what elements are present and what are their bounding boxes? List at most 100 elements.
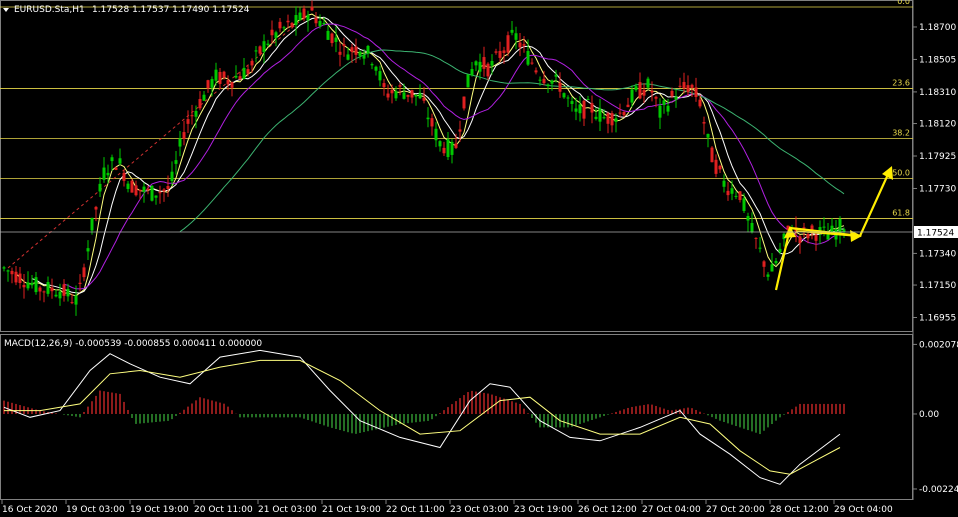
candle-body [574,108,578,112]
macd-tick-label: 0.00 [919,410,939,420]
candle-body [778,248,782,253]
fib-level-label: 0.0 [897,0,910,6]
candle-body [558,82,562,92]
candle-body [186,119,190,124]
candle-body [390,89,394,94]
candle-body [362,54,366,59]
candle-body [762,261,766,267]
candle-body [174,160,178,164]
candle-body [106,172,110,176]
moving-averages [15,13,845,297]
candle-body [86,248,90,252]
candle-body [710,147,714,163]
candle-body [814,234,818,241]
candle-body [734,195,738,197]
time-axis: 16 Oct 2020 19 Oct 03:00 19 Oct 19:00 20 Oc… [1,500,893,515]
candle-body [750,222,754,233]
candle-body [190,115,194,117]
candle-body [478,61,482,72]
candle-body [342,44,346,47]
candle-body [450,141,454,155]
candle-body [254,50,258,52]
candle-body [502,50,506,53]
candle-body [222,71,226,78]
candle-body [746,215,750,221]
candle-body [534,70,538,73]
candle-body [366,45,370,54]
candle-body [282,27,286,29]
candle-body [594,116,598,119]
candle-body [586,98,590,100]
candle-body [726,190,730,196]
candle-body [66,289,70,297]
candle-body [510,29,514,33]
candle-body [274,32,278,38]
time-tick-label: 22 Oct 11:00 [386,505,445,515]
price-tick-label: 1.16955 [919,314,956,324]
candle-body [38,287,42,292]
price-tick-label: 1.17925 [919,152,956,162]
time-tick-label: 19 Oct 19:00 [130,505,189,515]
candle-body [526,51,530,65]
fib-level-label: 38.2 [892,129,910,138]
macd-axis: 0.002078 0.00 -0.00224 [913,340,958,495]
candle-body [422,97,426,101]
candle-body [670,90,674,97]
candle-body [494,51,498,53]
candle-body [630,89,634,103]
candle-body [546,84,550,87]
candle-body [470,69,474,76]
candle-body [434,128,438,141]
candle-body [250,61,254,66]
candle-body [446,139,450,158]
candle-body [438,141,442,147]
time-tick-label: 19 Oct 03:00 [66,505,125,515]
candle-body [458,129,462,132]
candle-body [290,22,294,28]
candle-body [326,30,330,40]
candle-body [698,99,702,107]
candle-body [702,122,706,124]
candle-body [18,273,22,283]
candle-body [626,104,630,108]
price-axis: 1.18700 1.18505 1.18310 1.18120 1.17925 1.177… [913,23,956,324]
candle-body [318,21,322,27]
dropdown-triangle-icon[interactable] [3,8,9,12]
candle-body [486,63,490,77]
candle-body [98,183,102,192]
candle-body [26,282,30,289]
candle-body [766,274,770,277]
candle-body [214,69,218,81]
candle-body [42,291,46,293]
candle-body [430,118,434,127]
candle-body [802,227,806,229]
candle-body [258,46,262,54]
candle-body [146,188,150,191]
candle-body [354,46,358,55]
candle-body [838,218,842,234]
candle-body [682,82,686,89]
candle-body [758,247,762,249]
fib-level-label: 50.0 [892,168,910,177]
candle-body [386,93,390,98]
candle-body [634,86,638,91]
candle-body [518,42,522,48]
candle-body [310,6,314,11]
candle-body [566,97,570,99]
candle-body [426,117,430,120]
macd-main-line [3,349,841,485]
candle-body [238,76,242,80]
fib-level-label: 23.6 [892,79,910,88]
candle-body [94,206,98,210]
candle-body [54,294,58,297]
candle-body [598,108,602,122]
candle-body [262,41,266,52]
candle-body [70,302,74,304]
candle-body [610,113,614,126]
candle-body [118,158,122,164]
candle-body [590,103,594,113]
candle-body [130,180,134,193]
candle-body [454,143,458,148]
candle-body [314,17,318,24]
candle-body [234,75,238,78]
